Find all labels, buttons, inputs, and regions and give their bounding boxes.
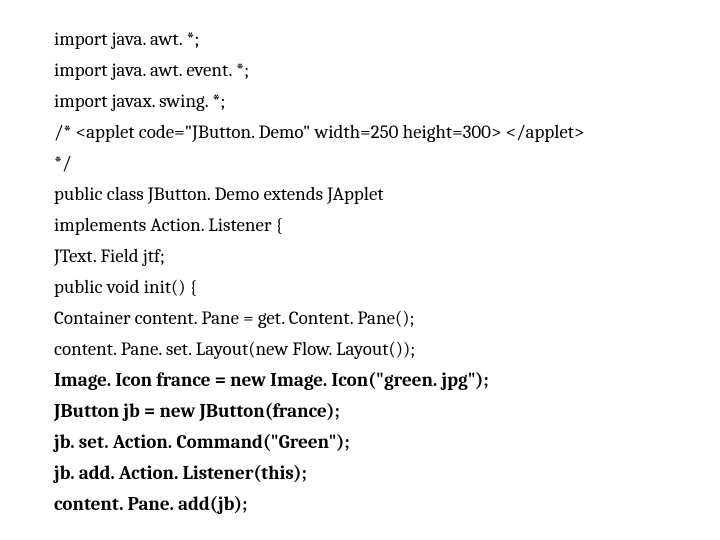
code-line-4: /* <applet code="JButton. Demo" width=25… — [54, 117, 720, 148]
code-line-12: Image. Icon france = new Image. Icon("gr… — [54, 365, 720, 396]
code-line-2: import java. awt. event. *; — [54, 55, 720, 86]
code-line-7: implements Action. Listener { — [54, 210, 720, 241]
code-line-8: JText. Field jtf; — [54, 241, 720, 272]
code-line-1: import java. awt. *; — [54, 24, 720, 55]
code-line-10: Container content. Pane = get. Content. … — [54, 303, 720, 334]
code-block: import java. awt. *;import java. awt. ev… — [0, 0, 720, 520]
code-line-5: */ — [54, 148, 720, 179]
code-line-16: content. Pane. add(jb); — [54, 489, 720, 520]
code-line-9: public void init() { — [54, 272, 720, 303]
code-line-15: jb. add. Action. Listener(this); — [54, 458, 720, 489]
code-line-13: JButton jb = new JButton(france); — [54, 396, 720, 427]
code-line-11: content. Pane. set. Layout(new Flow. Lay… — [54, 334, 720, 365]
code-line-6: public class JButton. Demo extends JAppl… — [54, 179, 720, 210]
code-line-14: jb. set. Action. Command("Green"); — [54, 427, 720, 458]
code-line-3: import javax. swing. *; — [54, 86, 720, 117]
